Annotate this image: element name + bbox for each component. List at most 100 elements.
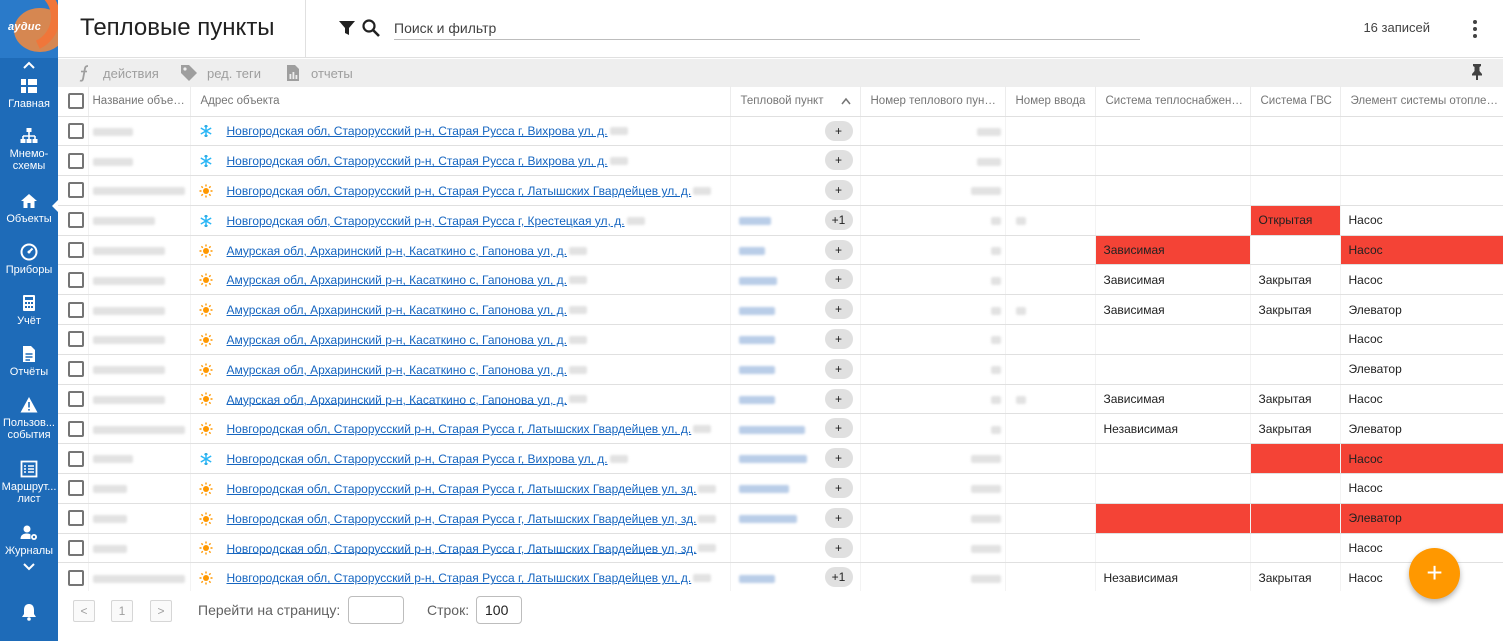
- add-heat-point-chip[interactable]: +: [824, 537, 853, 558]
- row-checkbox[interactable]: [68, 540, 84, 557]
- nav-scroll-up-icon[interactable]: [0, 60, 58, 72]
- reports-button[interactable]: отчеты: [284, 64, 353, 82]
- rows-per-page-input[interactable]: [476, 596, 522, 624]
- select-all-checkbox[interactable]: [68, 92, 84, 109]
- table-row[interactable]: Амурская обл, Архаринский р-н, Касаткино…: [58, 354, 1503, 385]
- object-address-link[interactable]: Новгородская обл, Старорусский р-н, Стар…: [227, 482, 697, 496]
- table-row[interactable]: Амурская обл, Архаринский р-н, Касаткино…: [58, 264, 1503, 296]
- object-address-link[interactable]: Новгородская обл, Старорусский р-н, Стар…: [227, 214, 625, 228]
- table-row[interactable]: Новгородская обл, Старорусский р-н, Стар…: [58, 533, 1503, 564]
- table-row[interactable]: Новгородская обл, Старорусский р-н, Стар…: [58, 413, 1503, 445]
- col-header-name[interactable]: Название объекта: [88, 86, 191, 117]
- row-checkbox[interactable]: [68, 212, 84, 229]
- sort-asc-icon[interactable]: [841, 97, 851, 105]
- sidebar-item-devices[interactable]: Приборы: [0, 243, 58, 276]
- row-select-cell[interactable]: [58, 205, 89, 236]
- table-row[interactable]: Амурская обл, Архаринский р-н, Касаткино…: [58, 294, 1503, 326]
- table-row[interactable]: Новгородская обл, Старорусский р-н, Стар…: [58, 205, 1503, 236]
- object-address-link[interactable]: Новгородская обл, Старорусский р-н, Стар…: [227, 541, 697, 555]
- sidebar-item-journals[interactable]: Журналы: [0, 524, 58, 557]
- object-address-link[interactable]: Новгородская обл, Старорусский р-н, Стар…: [227, 512, 697, 526]
- page-number-button[interactable]: 1: [111, 600, 133, 622]
- sidebar-item-accounting[interactable]: Учёт: [0, 294, 58, 327]
- row-checkbox[interactable]: [68, 391, 84, 408]
- table-row[interactable]: Новгородская обл, Старорусский р-н, Стар…: [58, 473, 1503, 504]
- col-header-heat-point[interactable]: Тепловой пункт: [730, 86, 861, 117]
- add-heat-point-chip[interactable]: +: [824, 180, 853, 201]
- row-checkbox[interactable]: [68, 271, 84, 288]
- add-heat-point-chip[interactable]: +: [824, 329, 853, 350]
- table-row[interactable]: Новгородская обл, Старорусский р-н, Стар…: [58, 145, 1503, 177]
- actions-button[interactable]: действия: [76, 64, 159, 82]
- prev-page-button[interactable]: <: [73, 600, 95, 622]
- app-logo[interactable]: аудис: [0, 0, 58, 58]
- row-checkbox[interactable]: [68, 331, 84, 348]
- row-checkbox[interactable]: [68, 450, 84, 467]
- table-row[interactable]: Новгородская обл, Старорусский р-н, Стар…: [58, 443, 1503, 475]
- row-select-cell[interactable]: [58, 384, 89, 415]
- edit-tags-button[interactable]: ред. теги: [180, 64, 261, 82]
- table-row[interactable]: Новгородская обл, Старорусский р-н, Стар…: [58, 503, 1503, 534]
- pin-icon[interactable]: [1469, 63, 1485, 81]
- sidebar-item-home[interactable]: Главная: [0, 77, 58, 110]
- table-row[interactable]: Новгородская обл, Старорусский р-н, Стар…: [58, 562, 1503, 594]
- object-address-link[interactable]: Новгородская обл, Старорусский р-н, Стар…: [227, 154, 608, 168]
- object-address-link[interactable]: Амурская обл, Архаринский р-н, Касаткино…: [227, 333, 567, 347]
- col-header-input-number[interactable]: Номер ввода: [1005, 86, 1096, 117]
- row-select-cell[interactable]: [58, 235, 89, 266]
- row-checkbox[interactable]: [68, 510, 84, 527]
- row-select-cell[interactable]: [58, 116, 89, 147]
- col-header-address[interactable]: Адрес объекта: [190, 86, 731, 117]
- row-checkbox[interactable]: [68, 361, 84, 378]
- bell-icon[interactable]: [0, 603, 58, 624]
- row-checkbox[interactable]: [68, 569, 84, 586]
- add-heat-point-chip[interactable]: +: [824, 448, 853, 469]
- row-select-cell[interactable]: [58, 473, 89, 504]
- row-select-cell[interactable]: [58, 413, 89, 445]
- object-address-link[interactable]: Новгородская обл, Старорусский р-н, Стар…: [227, 184, 692, 198]
- row-checkbox[interactable]: [68, 182, 84, 199]
- sidebar-item-mnemo[interactable]: Мнемо-схемы: [0, 127, 58, 172]
- col-header-heat-point-number[interactable]: Номер теплового пункта: [860, 86, 1006, 117]
- row-select-cell[interactable]: [58, 503, 89, 534]
- sidebar-item-route[interactable]: Маршрут... лист: [0, 460, 58, 505]
- row-select-cell[interactable]: [58, 324, 89, 355]
- row-select-cell[interactable]: [58, 354, 89, 385]
- row-checkbox[interactable]: [68, 242, 84, 259]
- col-header-heating-element[interactable]: Элемент системы отопления: [1340, 86, 1503, 117]
- table-row[interactable]: Амурская обл, Архаринский р-н, Касаткино…: [58, 384, 1503, 415]
- col-header-gvs-system[interactable]: Система ГВС: [1250, 86, 1341, 117]
- row-checkbox[interactable]: [68, 420, 84, 437]
- add-heat-point-chip[interactable]: +: [824, 269, 853, 290]
- row-select-cell[interactable]: [58, 533, 89, 564]
- row-select-cell[interactable]: [58, 294, 89, 326]
- object-address-link[interactable]: Амурская обл, Архаринский р-н, Касаткино…: [227, 303, 567, 317]
- row-select-cell[interactable]: [58, 175, 89, 206]
- nav-scroll-down-icon[interactable]: [0, 562, 58, 574]
- object-address-link[interactable]: Амурская обл, Архаринский р-н, Касаткино…: [227, 363, 567, 377]
- table-row[interactable]: Новгородская обл, Старорусский р-н, Стар…: [58, 116, 1503, 147]
- row-checkbox[interactable]: [68, 152, 84, 169]
- object-address-link[interactable]: Новгородская обл, Старорусский р-н, Стар…: [227, 124, 608, 138]
- add-heat-point-chip[interactable]: +: [824, 418, 853, 439]
- add-heat-point-chip[interactable]: +: [824, 358, 853, 379]
- add-object-button[interactable]: +: [1409, 548, 1460, 599]
- row-checkbox[interactable]: [68, 122, 84, 139]
- table-row[interactable]: Новгородская обл, Старорусский р-н, Стар…: [58, 175, 1503, 206]
- next-page-button[interactable]: >: [150, 600, 172, 622]
- sidebar-item-user-events[interactable]: Пользов... события: [0, 396, 58, 441]
- row-checkbox[interactable]: [68, 480, 84, 497]
- add-heat-point-chip[interactable]: +: [824, 299, 853, 320]
- filter-icon[interactable]: [338, 19, 356, 37]
- select-all-cell[interactable]: [58, 86, 89, 117]
- add-heat-point-chip[interactable]: +: [824, 239, 853, 260]
- add-heat-point-chip[interactable]: +: [824, 507, 853, 528]
- row-checkbox[interactable]: [68, 301, 84, 318]
- more-menu-icon[interactable]: [1465, 18, 1485, 40]
- add-heat-point-chip[interactable]: +1: [824, 209, 853, 230]
- sidebar-item-objects[interactable]: Объекты: [0, 192, 58, 225]
- add-heat-point-chip[interactable]: +1: [824, 567, 853, 588]
- object-address-link[interactable]: Амурская обл, Архаринский р-н, Касаткино…: [227, 392, 567, 406]
- table-row[interactable]: Амурская обл, Архаринский р-н, Касаткино…: [58, 235, 1503, 266]
- object-address-link[interactable]: Новгородская обл, Старорусский р-н, Стар…: [227, 452, 608, 466]
